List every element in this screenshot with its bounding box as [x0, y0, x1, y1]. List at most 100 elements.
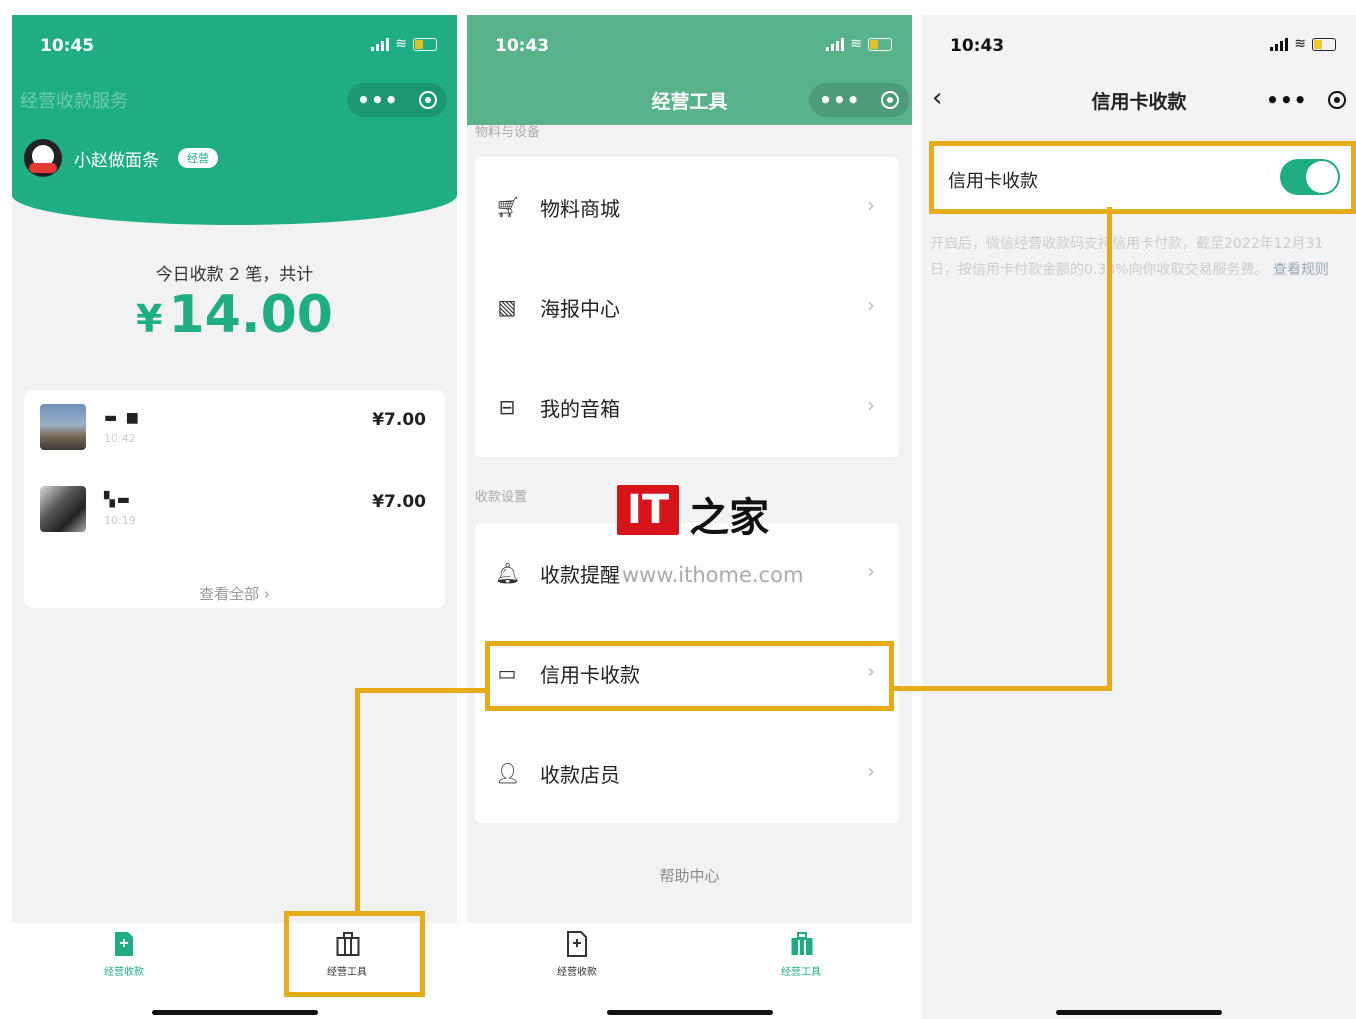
materials-card: 🛒︎ 物料商城 › ▧ 海报中心 › ⊟ 我的音箱 ›	[475, 157, 899, 457]
home-indicator	[606, 1010, 773, 1015]
chevron-right-icon: ›	[867, 759, 875, 783]
home-indicator	[1056, 1010, 1222, 1015]
menu-item-poster-center[interactable]: ▧ 海报中心 ›	[475, 257, 899, 357]
menu-item-material-mall[interactable]: 🛒︎ 物料商城 ›	[475, 157, 899, 257]
today-summary: 今日收款 2 笔，共计	[155, 265, 314, 285]
currency-symbol: ¥	[136, 297, 163, 341]
close-miniprogram-icon[interactable]	[880, 91, 899, 109]
more-icon[interactable]: •••	[1266, 88, 1307, 112]
wifi-icon: ≋	[850, 36, 862, 52]
menu-item-label: 物料商城	[540, 197, 620, 221]
transaction-row[interactable]: ▬ ■ 10:42 ¥7.00	[40, 404, 430, 464]
status-icons: ≋	[1270, 37, 1336, 51]
tab-business-payments[interactable]: 经营收款	[64, 931, 184, 978]
signal-icon	[1270, 37, 1289, 51]
bell-icon: 🔔︎	[495, 561, 521, 585]
transaction-time: 10:42	[104, 432, 136, 445]
payer-name: ▬ ■	[104, 410, 141, 426]
menu-item-label: 收款提醒	[540, 563, 620, 587]
amount-value: 14.00	[168, 285, 333, 345]
transaction-amount: ¥7.00	[372, 410, 426, 430]
highlight-box-tools-tab	[284, 911, 425, 997]
page-title: 经营收款服务	[20, 91, 128, 112]
section-label-payment-settings: 收款设置	[475, 490, 528, 505]
menu-item-label: 收款店员	[540, 763, 620, 787]
poster-icon: ▧	[497, 295, 517, 319]
miniprogram-capsule: •••	[809, 83, 909, 117]
status-time: 10:45	[40, 36, 95, 56]
phone-screen-business-tools: 物料与设备 10:43 ≋ 经营工具 ••• 🛒︎ 物料商城 › ▧ 海报中心 …	[467, 15, 912, 1019]
help-center-link[interactable]: 帮助中心	[467, 865, 912, 886]
header-banner: 10:45 ≋ 经营收款服务 ••• 小赵做面条 经营	[12, 15, 457, 225]
connector-line	[1107, 207, 1112, 691]
battery-icon	[1312, 37, 1336, 51]
more-icon[interactable]: •••	[357, 88, 398, 112]
highlight-box-credit-card-item	[485, 641, 894, 711]
header-bar: 10:43 ≋ 经营工具 •••	[467, 15, 912, 125]
connector-line	[355, 688, 360, 914]
tab-business-tools[interactable]: 经营工具	[741, 931, 861, 978]
toolbox-icon	[790, 931, 813, 957]
today-amount: ¥14.00	[12, 285, 457, 345]
view-all-link[interactable]: 查看全部 ›	[24, 583, 445, 604]
setting-description: 开启后，微信经营收款码支持信用卡付款，截至2022年12月31日，按信用卡付款金…	[930, 231, 1350, 283]
wifi-icon: ≋	[395, 36, 407, 52]
avatar[interactable]	[24, 139, 62, 177]
menu-item-my-speaker[interactable]: ⊟ 我的音箱 ›	[475, 357, 899, 457]
merchant-name: 小赵做面条	[74, 151, 159, 171]
chevron-right-icon: ›	[867, 559, 875, 583]
phone-screen-business-payments: 10:45 ≋ 经营收款服务 ••• 小赵做面条 经营 今日收款 2 笔，共计 …	[12, 15, 457, 1019]
description-text: 开启后，微信经营收款码支持信用卡付款，截至2022年12月31日，按信用卡付款金…	[930, 236, 1324, 278]
speaker-icon: ⊟	[498, 395, 516, 419]
status-bar: 10:43 ≋	[467, 15, 912, 75]
chevron-right-icon: ›	[867, 293, 875, 317]
tab-label: 经营收款	[104, 967, 144, 978]
wifi-icon: ≋	[1294, 36, 1306, 52]
menu-item-label: 海报中心	[540, 297, 620, 321]
receipt-icon	[113, 931, 135, 957]
chevron-right-icon: ›	[867, 193, 875, 217]
transactions-card: ▬ ■ 10:42 ¥7.00 ▚▬ 10:19 ¥7.00 查看全部 ›	[24, 390, 445, 608]
menu-item-payment-staff[interactable]: 👤︎ 收款店员 ›	[475, 723, 899, 823]
view-rules-link[interactable]: 查看规则	[1273, 262, 1329, 278]
tab-business-payments[interactable]: 经营收款	[517, 931, 637, 978]
signal-icon	[371, 37, 390, 51]
battery-icon	[868, 37, 892, 51]
receipt-icon	[566, 931, 588, 957]
highlight-box-credit-card-toggle	[929, 141, 1356, 214]
bottom-tab-bar: 经营收款 经营工具	[467, 923, 912, 1019]
payer-avatar	[40, 486, 86, 532]
chevron-right-icon: ›	[867, 393, 875, 417]
miniprogram-capsule: •••	[347, 83, 447, 117]
status-icons: ≋	[371, 37, 437, 51]
ithome-logo-text: 之家	[689, 494, 770, 541]
battery-icon	[413, 37, 437, 51]
payer-avatar	[40, 404, 86, 450]
close-miniprogram-icon[interactable]	[1327, 91, 1346, 109]
more-icon[interactable]: •••	[819, 88, 860, 112]
cart-icon: 🛒︎	[495, 195, 521, 219]
watermark-url: www.ithome.com	[622, 563, 804, 587]
miniprogram-capsule: •••	[1256, 83, 1356, 117]
tab-label: 经营收款	[557, 967, 597, 978]
tab-label: 经营工具	[781, 967, 821, 978]
connector-line	[892, 686, 1112, 691]
status-bar: 10:43 ≋	[922, 15, 1356, 75]
status-time: 10:43	[950, 36, 1005, 56]
ithome-watermark: IT 之家	[617, 485, 769, 543]
transaction-row[interactable]: ▚▬ 10:19 ¥7.00	[40, 486, 430, 546]
status-bar: 10:45 ≋	[12, 15, 457, 75]
signal-icon	[826, 37, 845, 51]
connector-line	[355, 688, 487, 693]
payer-name: ▚▬	[104, 492, 132, 508]
close-miniprogram-icon[interactable]	[418, 91, 437, 109]
ithome-logo: IT	[617, 485, 680, 535]
status-time: 10:43	[495, 36, 550, 56]
home-indicator	[151, 1010, 318, 1015]
merchant-badge: 经营	[178, 148, 218, 168]
transaction-time: 10:19	[104, 514, 136, 527]
staff-icon: 👤︎	[495, 761, 521, 785]
menu-item-label: 我的音箱	[540, 397, 620, 421]
transaction-amount: ¥7.00	[372, 492, 426, 512]
status-icons: ≋	[826, 37, 892, 51]
